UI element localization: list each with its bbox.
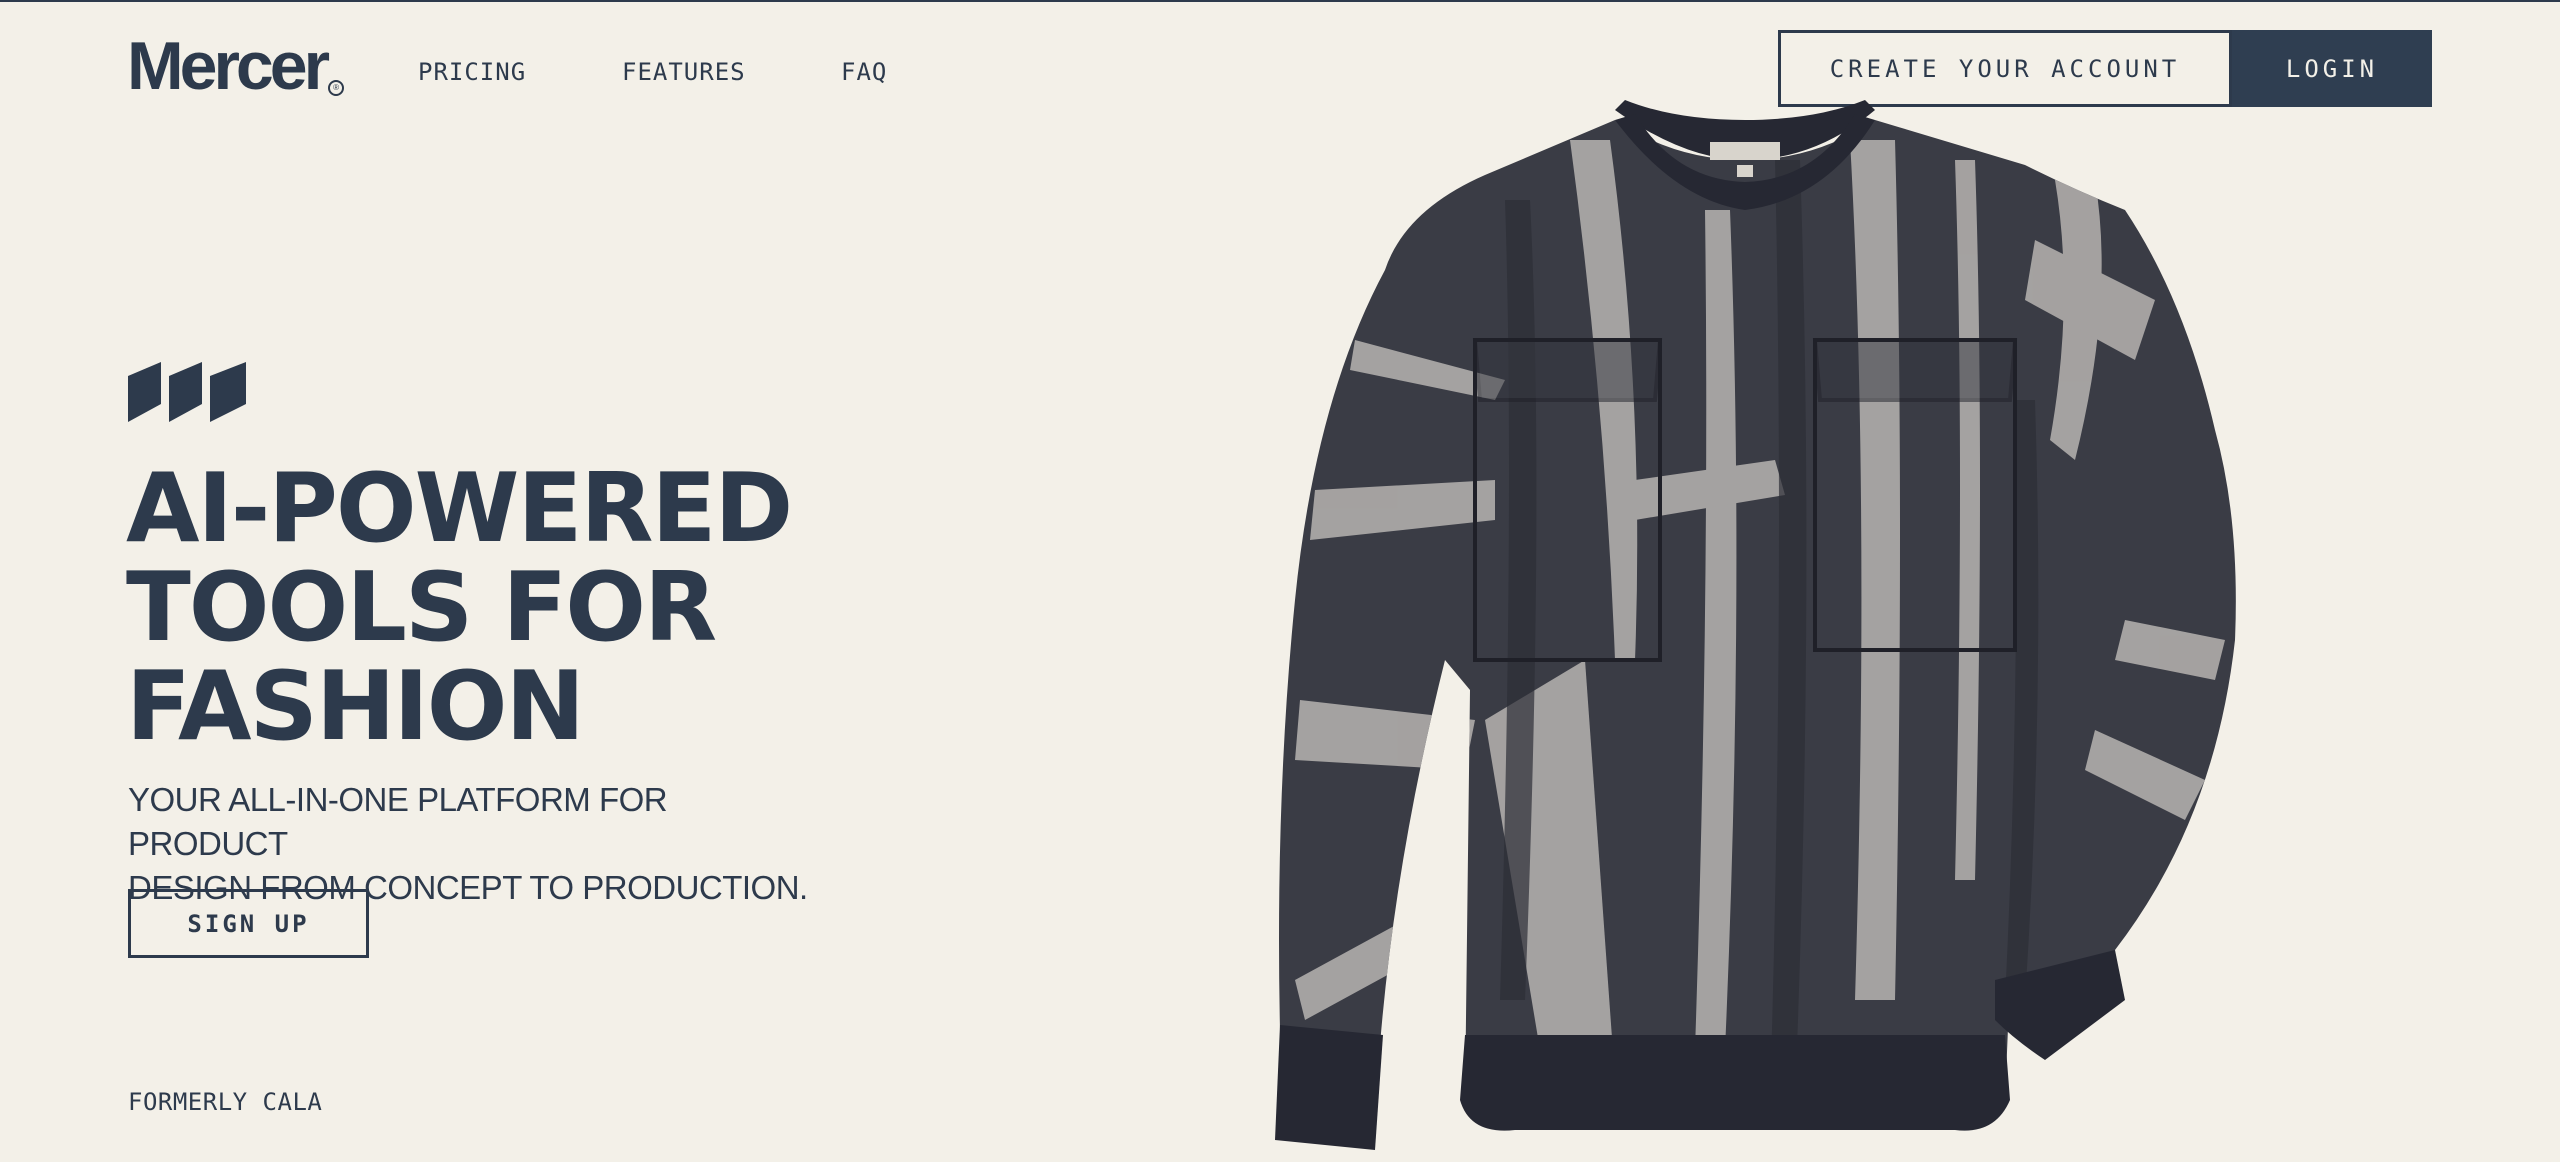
logo-wordmark: Mercer	[127, 28, 330, 104]
nav-pricing[interactable]: PRICING	[418, 58, 526, 86]
hero-headline: AI-POWERED TOOLS FOR FASHION	[126, 460, 1026, 757]
tie-dye-sweatshirt-image	[1275, 100, 2236, 1150]
create-account-button[interactable]: CREATE YOUR ACCOUNT	[1778, 30, 2232, 107]
registered-mark: ®	[328, 80, 345, 96]
nav-faq[interactable]: FAQ	[841, 58, 887, 86]
nav-features[interactable]: FEATURES	[622, 58, 746, 86]
sign-up-button[interactable]: SIGN UP	[128, 889, 369, 958]
subtitle-line-1: YOUR ALL-IN-ONE PLATFORM FOR PRODUCT	[128, 781, 668, 862]
formerly-cala-note: FORMERLY CALA	[128, 1088, 323, 1116]
headline-line-3: FASHION	[126, 652, 585, 762]
login-button[interactable]: LOGIN	[2232, 30, 2432, 107]
mercer-logo[interactable]: Mercer ®	[127, 28, 345, 104]
brand-stripes-icon	[128, 362, 246, 422]
headline-line-1: AI-POWERED	[126, 454, 793, 564]
top-border	[0, 0, 2560, 2]
headline-line-2: TOOLS FOR	[126, 553, 717, 663]
